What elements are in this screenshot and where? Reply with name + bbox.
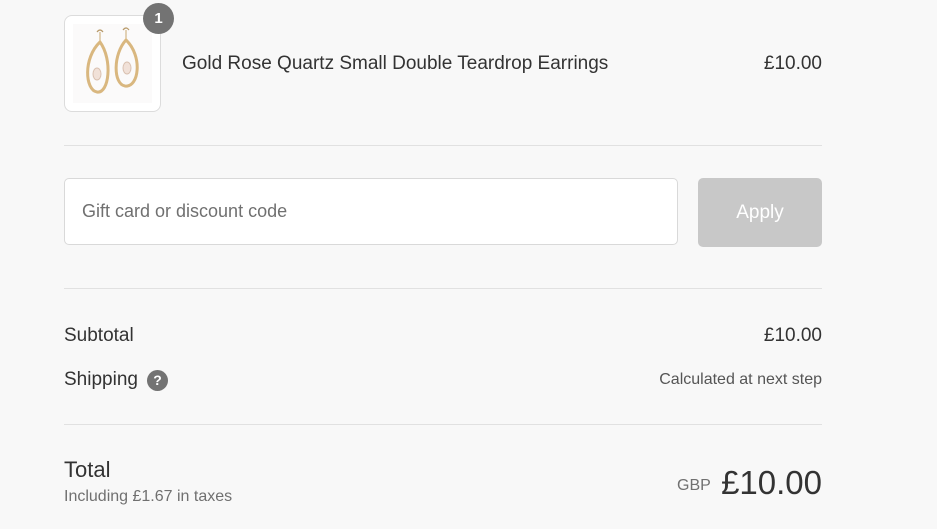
product-name: Gold Rose Quartz Small Double Teardrop E… <box>182 53 609 74</box>
divider <box>64 145 822 146</box>
divider <box>64 424 822 425</box>
earrings-image <box>73 24 152 103</box>
tax-note: Including £1.67 in taxes <box>64 488 233 505</box>
quantity-badge: 1 <box>143 3 174 34</box>
product-thumbnail <box>64 15 161 112</box>
line-item: 1 Gold Rose Quartz Small Double Teardrop… <box>64 3 822 112</box>
shipping-value: Calculated at next step <box>659 371 822 388</box>
order-summary: 1 Gold Rose Quartz Small Double Teardrop… <box>0 0 937 529</box>
product-price: £10.00 <box>763 53 822 74</box>
discount-code-input[interactable] <box>64 178 678 245</box>
apply-button[interactable]: Apply <box>698 178 822 247</box>
question-icon[interactable]: ? <box>147 370 168 391</box>
total-label: Total <box>64 457 111 482</box>
subtotal-value: £10.00 <box>763 325 822 346</box>
shipping-label: Shipping <box>64 369 138 390</box>
currency-code: GBP <box>677 477 711 494</box>
total-amount: £10.00 <box>721 464 822 501</box>
divider <box>64 288 822 289</box>
subtotal-label: Subtotal <box>64 325 134 346</box>
